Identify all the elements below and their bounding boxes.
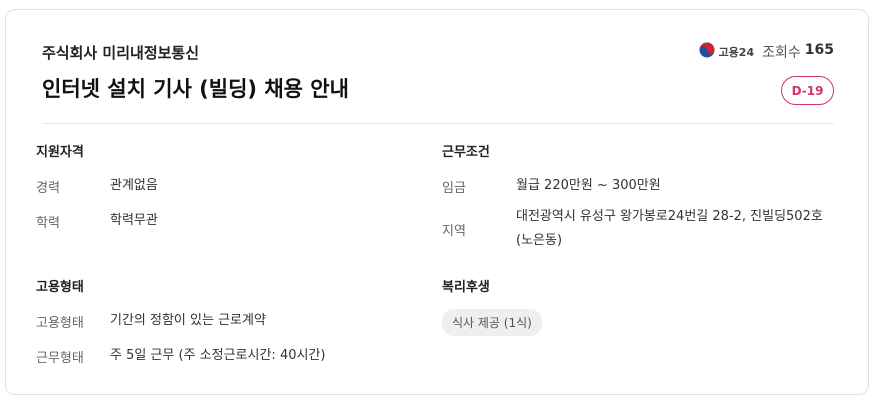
source-logo: 고용24 [699,42,755,62]
view-count-value: 165 [804,42,834,58]
row-value: 관계없음 [110,178,158,193]
row-value: 기간의 정함이 있는 근로계약 [110,313,266,328]
row-label: 지역 [442,223,466,239]
conditions-section: 근무조건 임금 월급 220만원 ~ 300만원 지역 대전광역시 유성구 왕가… [442,141,832,264]
source-logo-text: 고용24 [718,46,755,59]
employment-section: 고용형태 고용형태 기간의 정함이 있는 근로계약 근무형태 주 5일 근무 (… [36,276,416,379]
row-value: 학력무관 [110,213,158,228]
welfare-tag: 식사 제공 (1식) [442,309,542,336]
job-title[interactable]: 인터넷 설치 기사 (빌딩) 채용 안내 [42,73,349,103]
info-row-wage: 임금 월급 220만원 ~ 300만원 [442,174,832,198]
job-meta: 고용24 조회수 165 [699,42,834,62]
conditions-heading: 근무조건 [442,145,490,160]
row-label: 학력 [36,215,60,231]
info-row-location: 지역 대전광역시 유성구 왕가봉로24번길 28-2, 진빌딩502호 (노은동… [442,205,832,253]
info-row-education: 학력 학력무관 [36,209,416,233]
company-name: 주식회사 미리내정보통신 [42,44,200,62]
row-value: 대전광역시 유성구 왕가봉로24번길 28-2, 진빌딩502호 (노은동) [516,209,823,248]
employment-heading: 고용형태 [36,280,84,295]
view-count: 조회수 165 [762,42,834,62]
info-row-employment-type: 고용형태 기간의 정함이 있는 근로계약 [36,309,416,333]
info-row-experience: 경력 관계없음 [36,174,416,198]
dday-badge: D-19 [781,76,834,105]
qualifications-section: 지원자격 경력 관계없음 학력 학력무관 [36,141,416,244]
row-label: 임금 [442,180,466,196]
qualifications-heading: 지원자격 [36,145,84,160]
job-header: 주식회사 미리내정보통신 인터넷 설치 기사 (빌딩) 채용 안내 고용24 조… [42,40,834,124]
info-row-work-type: 근무형태 주 5일 근무 (주 소정근로시간: 40시간) [36,344,416,368]
view-count-label: 조회수 [762,45,801,61]
header-divider [42,123,834,124]
welfare-section: 복리후생 식사 제공 (1식) [442,276,832,336]
welfare-heading: 복리후생 [442,280,490,295]
row-value: 주 5일 근무 (주 소정근로시간: 40시간) [110,348,326,363]
row-label: 고용형태 [36,315,84,331]
row-label: 경력 [36,180,60,196]
row-value: 월급 220만원 ~ 300만원 [516,178,661,193]
taegeuk-logo-icon [699,42,715,62]
row-label: 근무형태 [36,350,84,366]
